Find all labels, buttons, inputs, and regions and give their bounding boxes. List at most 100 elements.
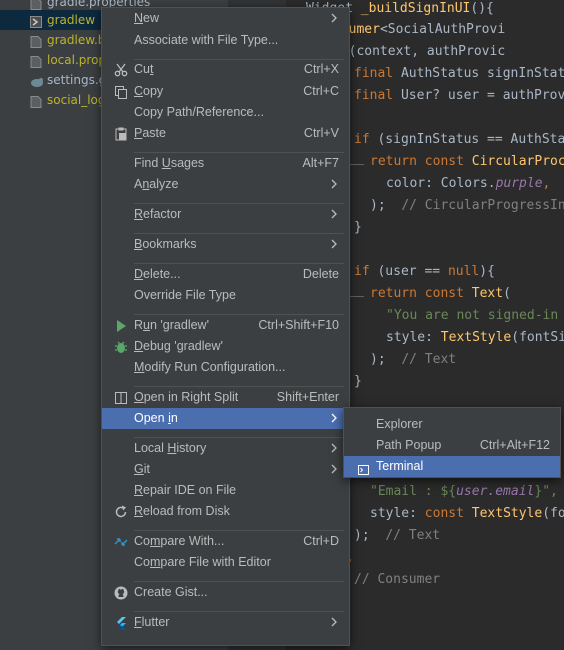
code-token: ); [370, 198, 402, 213]
submenu-item-path-popup[interactable]: Path Popup Ctrl+Alt+F12 [344, 435, 560, 456]
menu-item-label: Repair IDE on File [134, 483, 237, 497]
terminal-icon [358, 461, 369, 475]
menu-item-debug-gradlew[interactable]: Debug 'gradlew' [102, 336, 349, 357]
submenu-item-terminal[interactable]: Terminal [344, 456, 560, 477]
code-line: return const Text( [370, 284, 511, 304]
gradle-icon [30, 74, 43, 87]
menu-item-local-history[interactable]: Local History [102, 438, 349, 459]
code-token: return const [370, 154, 472, 169]
chevron-right-icon [331, 408, 337, 430]
menu-item-git[interactable]: Git [102, 459, 349, 480]
menu-item-analyze[interactable]: Analyze [102, 174, 349, 195]
code-line: // Consumer [354, 570, 440, 590]
chevron-right-icon [331, 234, 337, 256]
menu-item-run-gradlew[interactable]: Run 'gradlew' Ctrl+Shift+F10 [102, 315, 349, 336]
code-line: } [354, 372, 362, 392]
menu-item-compare-file-with-editor[interactable]: Compare File with Editor [102, 552, 349, 573]
menu-item-cut[interactable]: Cut Ctrl+X [102, 59, 349, 80]
submenu-item-label: Terminal [376, 459, 424, 473]
menu-item-create-gist[interactable]: Create Gist... [102, 582, 349, 603]
menu-item-flutter[interactable]: Flutter [102, 612, 349, 633]
menu-item-refactor[interactable]: Refactor [102, 204, 349, 225]
code-token: user.email [456, 484, 535, 499]
menu-item-label: Reload from Disk [134, 504, 230, 518]
chevron-right-icon [331, 8, 337, 30]
code-token: style: [370, 506, 425, 521]
tree-item-label: social_logi [47, 93, 109, 107]
menu-item-label: Cut [134, 62, 154, 76]
code-token: , [542, 176, 551, 191]
code-token: "You are not signed-in [386, 308, 559, 323]
compare-icon [114, 535, 128, 549]
file-icon [30, 54, 42, 68]
code-line: ); // CircularProgressIn [370, 196, 564, 216]
code-token: (fo [542, 506, 564, 521]
code-line: style: TextStyle(fontSi [386, 328, 564, 348]
split-icon [114, 391, 128, 405]
menu-item-open-in[interactable]: Open in [102, 408, 349, 429]
menu-item-find-usages[interactable]: Find Usages Alt+F7 [102, 153, 349, 174]
menu-item-bookmarks[interactable]: Bookmarks [102, 234, 349, 255]
code-token: TextStyle [440, 330, 512, 345]
menu-item-paste[interactable]: Paste Ctrl+V [102, 123, 349, 144]
code-line: color: Colors.purple, [386, 174, 550, 194]
code-fold-marker[interactable] [348, 296, 364, 297]
github-icon [114, 586, 128, 600]
debug-icon [114, 340, 128, 354]
menu-item-copy[interactable]: Copy Ctrl+C [102, 81, 349, 102]
code-token: // Consumer [354, 572, 441, 587]
code-line: if (user == null){ [354, 262, 495, 282]
menu-item-label: Analyze [134, 177, 179, 191]
code-line: "You are not signed-in [386, 306, 558, 326]
menu-item-label: Find Usages [134, 156, 205, 170]
menu-item-new[interactable]: New [102, 8, 349, 29]
code-token: CircularProc [471, 154, 564, 169]
chevron-right-icon [331, 204, 337, 226]
menu-item-shortcut: Ctrl+V [303, 126, 339, 140]
menu-item-shortcut: Shift+Enter [276, 390, 339, 404]
code-token: (fontSi [511, 330, 564, 345]
paste-icon [114, 127, 128, 141]
code-line: } [354, 218, 362, 238]
code-token: null [447, 264, 480, 279]
menu-item-modify-run-configuration[interactable]: Modify Run Configuration... [102, 357, 349, 378]
code-token: Text [471, 286, 504, 301]
code-token: ); [354, 528, 386, 543]
menu-item-label: Create Gist... [134, 585, 208, 599]
code-token: final [354, 88, 401, 103]
menu-item-shortcut: Ctrl+D [303, 534, 339, 548]
code-token: const [424, 506, 472, 521]
code-token: (user == [377, 264, 448, 279]
submenu-item-explorer[interactable]: Explorer [344, 414, 560, 435]
copy-icon [114, 85, 128, 99]
file-icon [30, 34, 42, 48]
code-token: TextStyle [471, 506, 543, 521]
menu-item-override-file-type[interactable]: Override File Type [102, 285, 349, 306]
code-token: if [354, 264, 378, 279]
menu-item-repair-ide-on-file[interactable]: Repair IDE on File [102, 480, 349, 501]
menu-item-label: Debug 'gradlew' [134, 339, 223, 353]
code-token: ); [370, 352, 402, 367]
menu-item-copy-path-reference[interactable]: Copy Path/Reference... [102, 102, 349, 123]
code-fold-marker[interactable] [348, 164, 364, 165]
menu-item-compare-with[interactable]: Compare With... Ctrl+D [102, 531, 349, 552]
code-token: AuthStatus signInStat [400, 66, 564, 81]
file-icon [30, 94, 42, 108]
file-icon [30, 0, 42, 10]
menu-item-label: Associate with File Type... [134, 33, 279, 47]
menu-item-label: Modify Run Configuration... [134, 360, 286, 374]
tree-item-label: gradlew [47, 13, 96, 27]
flutter-icon [114, 616, 128, 630]
code-token: _buildSignInUI [360, 1, 471, 16]
menu-item-delete[interactable]: Delete... Delete [102, 264, 349, 285]
file-icon [30, 14, 42, 28]
code-line: final AuthStatus signInStat [354, 64, 564, 84]
submenu-item-label: Explorer [376, 417, 423, 431]
menu-item-associate-with-file-type[interactable]: Associate with File Type... [102, 30, 349, 51]
menu-item-reload-from-disk[interactable]: Reload from Disk [102, 501, 349, 522]
menu-item-label: Override File Type [134, 288, 236, 302]
menu-item-label: Compare With... [134, 534, 225, 548]
menu-item-label: Flutter [134, 615, 170, 629]
cut-icon [114, 63, 128, 77]
menu-item-open-in-right-split[interactable]: Open in Right Split Shift+Enter [102, 387, 349, 408]
